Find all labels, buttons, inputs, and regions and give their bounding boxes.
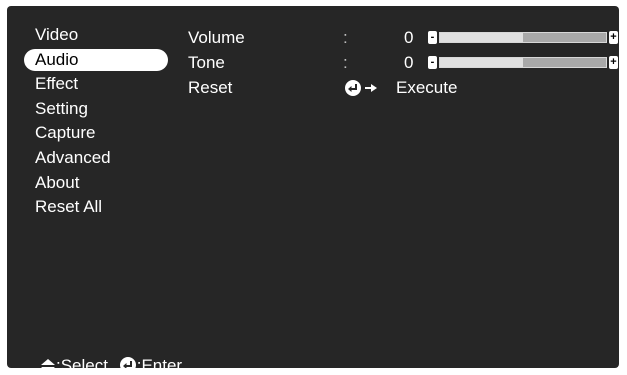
menu-item-about[interactable]: About (24, 171, 156, 196)
tone-value: 0 (404, 53, 414, 72)
volume-decrease-button[interactable]: - (428, 31, 437, 44)
osd-screen: Video Audio Effect Setting Capture Advan… (7, 6, 619, 368)
select-hint: :Select (56, 356, 108, 368)
menu-item-advanced[interactable]: Advanced (24, 146, 156, 171)
volume-track[interactable] (439, 32, 607, 43)
volume-slider[interactable]: - + (428, 31, 618, 44)
execute-button[interactable]: Execute (396, 76, 457, 100)
volume-colon: : (343, 28, 348, 47)
minus-icon: - (430, 31, 435, 43)
volume-value: 0 (404, 28, 414, 47)
plus-icon: + (610, 31, 617, 43)
plus-icon: + (610, 56, 617, 68)
menu-item-reset-all[interactable]: Reset All (24, 195, 156, 220)
main-menu: Video Audio Effect Setting Capture Advan… (24, 23, 168, 220)
volume-row[interactable]: Volume : 0 - + (188, 26, 618, 50)
enter-icon (119, 357, 136, 368)
tone-fill (440, 58, 523, 67)
footer-help: :Select :Enter (40, 356, 182, 368)
tone-track[interactable] (439, 57, 607, 68)
reset-row[interactable]: Reset Execute (188, 76, 608, 100)
menu-item-effect[interactable]: Effect (24, 72, 156, 97)
enter-hint: :Enter (136, 356, 183, 368)
tone-row[interactable]: Tone : 0 - + (188, 51, 618, 75)
volume-fill (440, 33, 523, 42)
tone-label: Tone (188, 53, 225, 72)
menu-item-audio[interactable]: Audio (24, 48, 168, 71)
volume-increase-button[interactable]: + (609, 31, 618, 44)
tone-colon: : (343, 53, 348, 72)
minus-icon: - (430, 56, 435, 68)
reset-label: Reset (188, 78, 233, 97)
menu-item-capture[interactable]: Capture (24, 121, 156, 146)
enter-arrow-icon[interactable] (344, 79, 378, 97)
volume-label: Volume (188, 28, 245, 47)
up-down-arrow-icon (41, 359, 55, 368)
menu-item-setting[interactable]: Setting (24, 97, 156, 122)
menu-item-video[interactable]: Video (24, 23, 156, 48)
tone-increase-button[interactable]: + (609, 56, 618, 69)
tone-slider[interactable]: - + (428, 56, 618, 69)
tone-decrease-button[interactable]: - (428, 56, 437, 69)
